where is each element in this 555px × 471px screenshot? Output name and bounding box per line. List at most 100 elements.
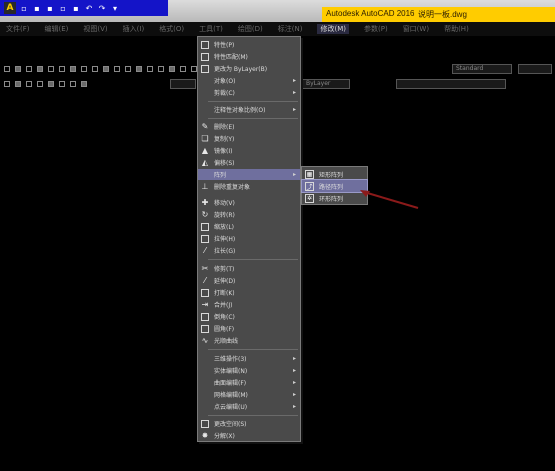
menu-item-clip[interactable]: 剪裁(C) ▸ [198,87,300,98]
menu-item-trim[interactable]: ✂ 修剪(T) [198,263,300,274]
menu-item-overkill[interactable]: ⊥ 删除重复对象 [198,181,300,192]
menu-item-match-properties[interactable]: 特性匹配(M) [198,51,300,62]
layer-state-icon[interactable] [15,81,21,87]
submenu-arrow-icon: ▸ [292,391,296,398]
menu-item-solid-editing[interactable]: 实体编辑(N) ▸ [198,365,300,376]
menu-item-chamfer[interactable]: 倒角(C) [198,311,300,322]
print-icon[interactable] [37,66,43,72]
preview-icon[interactable] [48,66,54,72]
menu-draw[interactable]: 绘图(D) [238,24,263,34]
menu-item-surface-editing[interactable]: 曲面编辑(F) ▸ [198,377,300,388]
make-current-icon[interactable] [37,81,43,87]
menu-format[interactable]: 格式(O) [159,24,184,34]
menu-item-properties[interactable]: 特性(P) [198,39,300,50]
text-style-dropdown[interactable]: Standard [452,64,512,74]
menu-item-break[interactable]: 打断(K) [198,287,300,298]
menu-item-lengthen[interactable]: ⁄ 拉长(G) [198,245,300,256]
menu-view[interactable]: 视图(V) [83,24,107,34]
layer-lock-icon[interactable] [81,81,87,87]
erase-icon: ✎ [201,121,209,131]
menu-item-stretch[interactable]: 拉伸(H) [198,233,300,244]
layer-freeze-icon[interactable] [70,81,76,87]
save-icon[interactable] [26,66,32,72]
submenu-item-polar-array[interactable]: ✲ 环形阵列 [302,192,367,204]
annotation-arrow-icon [360,190,419,209]
array-submenu: ▦ 矩形阵列 ⤴ 路径阵列 ✲ 环形阵列 [301,166,368,205]
open-icon[interactable]: ▪ [32,3,42,13]
menu-item-point-cloud-editing[interactable]: 点云编辑(U) ▸ [198,401,300,412]
menu-window[interactable]: 窗口(W) [403,24,429,34]
submenu-item-rectangular-array[interactable]: ▦ 矩形阵列 [302,168,367,180]
match-icon[interactable] [103,66,109,72]
undo-icon[interactable]: ↶ [84,3,94,13]
menu-item-annotative-scale[interactable]: 注释性对象比例(O) ▸ [198,104,300,115]
menu-item-bylayer[interactable]: 更改为 ByLayer(B) [198,63,300,74]
menu-item-blend-curves[interactable]: ∿ 光顺曲线 [198,335,300,346]
linetype-dropdown[interactable]: ByLayer [302,79,350,89]
menu-item-join[interactable]: ⇥ 合并(J) [198,299,300,310]
menu-file[interactable]: 文件(F) [6,24,30,34]
zoom-previous-icon[interactable] [169,66,175,72]
menu-item-scale[interactable]: 缩放(L) [198,221,300,232]
application-menu-button[interactable]: A [4,2,16,14]
undo-icon[interactable] [114,66,120,72]
properties-icon[interactable] [180,66,186,72]
workspace-icon[interactable]: ▾ [110,3,120,13]
redo-icon[interactable]: ↷ [97,3,107,13]
open-icon[interactable] [15,66,21,72]
menu-item-erase[interactable]: ✎ 删除(E) [198,121,300,132]
menu-item-array[interactable]: 阵列 ▸ [198,169,300,180]
menu-item-label: 旋转(R) [214,212,235,219]
layer-properties-icon[interactable] [4,81,10,87]
dim-style-dropdown[interactable] [518,64,552,74]
new-icon[interactable] [4,66,10,72]
menu-item-label: 修剪(T) [214,266,235,273]
submenu-arrow-icon: ▸ [292,367,296,374]
zoom-window-icon[interactable] [158,66,164,72]
layer-iso-icon[interactable] [48,81,54,87]
layer-dropdown[interactable] [170,79,196,89]
menu-separator [208,259,298,260]
menu-item-label: 三维操作(3) [214,356,247,363]
menu-item-move[interactable]: ✚ 移动(V) [198,197,300,208]
submenu-item-path-array[interactable]: ⤴ 路径阵列 [301,179,368,193]
modify-menu: 特性(P) 特性匹配(M) 更改为 ByLayer(B) 对象(O) ▸ 剪裁(… [197,36,301,442]
menu-tools[interactable]: 工具(T) [199,24,223,34]
menu-item-label: 打断(K) [214,290,235,297]
menu-edit[interactable]: 编辑(E) [45,24,69,34]
layer-off-icon[interactable] [59,81,65,87]
redo-icon[interactable] [125,66,131,72]
break-icon [201,288,209,297]
lineweight-dropdown[interactable] [396,79,506,89]
menu-item-label: 拉伸(H) [214,236,236,243]
layer-previous-icon[interactable] [26,81,32,87]
zoom-icon[interactable] [147,66,153,72]
lengthen-icon: ⁄ [204,245,206,255]
menu-item-fillet[interactable]: 圆角(F) [198,323,300,334]
cut-icon[interactable] [70,66,76,72]
menu-item-explode[interactable]: ✸ 分解(X) [198,430,300,441]
print-icon[interactable]: ▪ [71,3,81,13]
menu-item-offset[interactable]: ◭ 偏移(S) [198,157,300,168]
save-icon[interactable]: ▪ [45,3,55,13]
menu-item-object[interactable]: 对象(O) ▸ [198,75,300,86]
copy-icon[interactable] [81,66,87,72]
menu-modify[interactable]: 修改(M) [317,24,349,34]
publish-icon[interactable] [59,66,65,72]
save-as-icon[interactable]: ▫ [58,3,68,13]
menu-item-copy[interactable]: ❏ 复制(Y) [198,133,300,144]
menu-item-3d-operations[interactable]: 三维操作(3) ▸ [198,353,300,364]
menu-parametric[interactable]: 参数(P) [364,24,388,34]
paste-icon[interactable] [92,66,98,72]
menu-item-mesh-editing[interactable]: 网格编辑(M) ▸ [198,389,300,400]
menu-insert[interactable]: 插入(I) [123,24,145,34]
properties-icon [201,40,209,49]
menu-item-mirror[interactable]: ▲ 镜像(I) [198,145,300,156]
new-icon[interactable]: ▫ [19,3,29,13]
menu-help[interactable]: 帮助(H) [444,24,469,34]
pan-icon[interactable] [136,66,142,72]
menu-dimension[interactable]: 标注(N) [278,24,303,34]
menu-item-extend[interactable]: ⁄ 延伸(D) [198,275,300,286]
menu-item-change-space[interactable]: 更改空间(S) [198,418,300,429]
menu-item-rotate[interactable]: ↻ 旋转(R) [198,209,300,220]
